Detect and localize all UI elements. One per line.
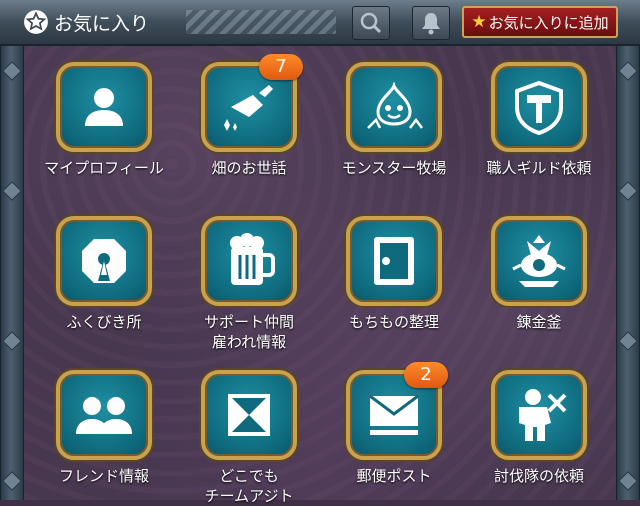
tile-label: もちもの整理 — [348, 313, 439, 331]
tile-label: マイプロフィール — [44, 159, 164, 177]
tile-icon-box — [346, 62, 442, 152]
tile-inventory[interactable]: もちもの整理 — [324, 216, 464, 332]
tile-craft-guild[interactable]: 職人ギルド依頼 — [469, 62, 609, 178]
tile-icon-box: 7 — [201, 54, 303, 152]
notification-button[interactable] — [412, 6, 450, 40]
page-title: お気に入り — [22, 6, 182, 38]
add-favorite-button[interactable]: ★ お気に入りに追加 — [462, 6, 618, 38]
slime-icon — [364, 82, 424, 132]
tile-icon-box — [491, 62, 587, 152]
tile-farm-care[interactable]: 7 畑のお世話 — [179, 54, 319, 178]
tile-label-line2: チームアジト — [204, 487, 294, 505]
add-favorite-label: お気に入りに追加 — [488, 13, 609, 32]
tile-icon-box — [346, 216, 442, 306]
tile-friend-info[interactable]: フレンド情報 — [34, 370, 174, 486]
tile-label: モンスター牧場 — [341, 159, 447, 177]
tile-label-line1: サポート仲間 — [203, 313, 294, 331]
tile-icon-box — [56, 216, 152, 306]
header-bar: お気に入り ★ お気に入りに追加 — [0, 0, 640, 46]
tile-label: フレンド情報 — [58, 467, 149, 485]
tile-icon-box — [491, 216, 587, 306]
search-button[interactable] — [352, 6, 390, 40]
notification-badge: 7 — [259, 54, 303, 80]
tile-my-profile[interactable]: マイプロフィール — [34, 62, 174, 178]
notification-badge: 2 — [404, 362, 448, 388]
warrior-icon — [509, 385, 569, 445]
header-decoration — [186, 10, 336, 34]
watering-can-icon — [219, 79, 279, 135]
title-label: お気に入り — [54, 12, 150, 35]
tile-support-companion[interactable]: サポート仲間 雇われ情報 — [179, 216, 319, 352]
tile-icon-box — [56, 62, 152, 152]
tile-icon-box — [201, 370, 297, 460]
left-frame — [0, 44, 24, 500]
tile-label-line2: 雇われ情報 — [211, 333, 287, 351]
tile-team-base[interactable]: どこでも チームアジト — [179, 370, 319, 506]
tile-label: 討伐隊の依頼 — [493, 467, 584, 485]
star-icon: ★ — [471, 12, 487, 32]
beer-mug-icon — [223, 233, 275, 289]
tile-icon-box — [201, 216, 297, 306]
hammer-shield-icon — [511, 79, 567, 135]
tile-icon-box: 2 — [346, 362, 448, 460]
safe-icon — [370, 233, 418, 289]
alchemy-pot-icon — [509, 231, 569, 291]
hourglass-icon — [224, 390, 274, 440]
person-icon — [79, 82, 129, 132]
bell-icon — [420, 11, 442, 35]
tile-icon-box — [56, 370, 152, 460]
tile-monster-ranch[interactable]: モンスター牧場 — [324, 62, 464, 178]
tile-label: ふくびき所 — [66, 313, 142, 331]
right-frame — [616, 44, 640, 500]
tile-mailbox[interactable]: 2 郵便ポスト — [324, 362, 464, 486]
tile-alchemy-pot[interactable]: 錬金釜 — [469, 216, 609, 332]
tile-label: 郵便ポスト — [356, 467, 432, 485]
tile-label: 畑のお世話 — [211, 159, 287, 177]
star-outline-icon — [22, 8, 50, 36]
tile-label: 錬金釜 — [516, 313, 562, 331]
tile-icon-box — [491, 370, 587, 460]
tile-label-line1: どこでも — [219, 467, 279, 485]
lottery-icon — [76, 233, 132, 289]
tile-label: 職人ギルド依頼 — [486, 159, 592, 177]
tile-lottery[interactable]: ふくびき所 — [34, 216, 174, 332]
tile-subjugation-request[interactable]: 討伐隊の依頼 — [469, 370, 609, 486]
friends-icon — [74, 390, 134, 440]
mail-icon — [366, 390, 422, 440]
search-icon — [359, 11, 383, 35]
